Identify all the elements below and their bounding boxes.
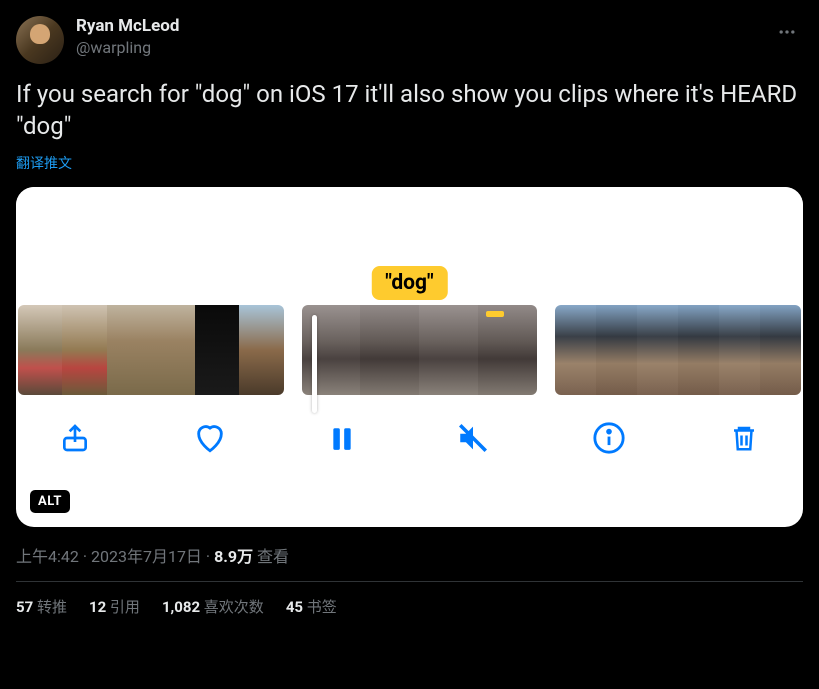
video-frame: [760, 305, 801, 395]
bookmarks-label: 书签: [307, 598, 337, 616]
video-frame: [18, 305, 62, 395]
more-button[interactable]: [771, 16, 803, 52]
info-button[interactable]: [592, 421, 626, 455]
video-frame: [151, 305, 195, 395]
speaker-muted-icon: [456, 421, 490, 455]
share-icon: [59, 422, 91, 454]
username[interactable]: @warpling: [76, 38, 179, 57]
info-icon: [592, 421, 626, 455]
video-frame: [302, 305, 361, 395]
likes[interactable]: 1,082 喜欢次数: [162, 596, 264, 617]
views-label[interactable]: 查看: [257, 547, 289, 566]
timeline-marker: [486, 311, 504, 317]
quotes-count: 12: [89, 598, 106, 616]
media-toolbar: [16, 395, 803, 455]
video-frame: [555, 305, 596, 395]
bookmarks[interactable]: 45 书签: [286, 596, 337, 617]
clip-group-2[interactable]: [302, 305, 538, 395]
display-name[interactable]: Ryan McLeod: [76, 16, 179, 36]
mute-button[interactable]: [456, 421, 490, 455]
avatar[interactable]: [16, 16, 64, 64]
tweet-date[interactable]: 2023年7月17日: [91, 547, 202, 566]
like-button[interactable]: [193, 421, 227, 455]
media-attachment[interactable]: "dog": [16, 187, 803, 527]
video-frame: [419, 305, 478, 395]
video-filmstrip[interactable]: [16, 305, 803, 395]
video-frame: [596, 305, 637, 395]
playhead[interactable]: [312, 315, 317, 413]
views-count: 8.9万: [214, 547, 253, 566]
video-frame: [107, 305, 151, 395]
video-frame: [719, 305, 760, 395]
video-frame: [239, 305, 283, 395]
caption-label: "dog": [371, 266, 447, 300]
alt-badge[interactable]: ALT: [30, 490, 70, 513]
tweet-text: If you search for "dog" on iOS 17 it'll …: [16, 78, 803, 143]
retweets-count: 57: [16, 598, 33, 616]
likes-count: 1,082: [162, 598, 200, 616]
bookmarks-count: 45: [286, 598, 303, 616]
clip-group-3[interactable]: [555, 305, 801, 395]
translate-link[interactable]: 翻译推文: [16, 153, 803, 173]
delete-button[interactable]: [727, 421, 761, 455]
quotes-label: 引用: [110, 598, 140, 616]
retweets[interactable]: 57 转推: [16, 596, 67, 617]
pause-button[interactable]: [329, 421, 355, 455]
heart-icon: [193, 421, 227, 455]
video-frame: [360, 305, 419, 395]
clip-group-1[interactable]: [18, 305, 284, 395]
engagement-bar: 57 转推 12 引用 1,082 喜欢次数 45 书签: [16, 582, 803, 617]
likes-label: 喜欢次数: [204, 598, 264, 616]
tweet-metadata: 上午4:42 · 2023年7月17日 · 8.9万 查看: [16, 543, 803, 567]
video-frame: [678, 305, 719, 395]
retweets-label: 转推: [37, 598, 67, 616]
media-whitespace: "dog": [16, 187, 803, 305]
tweet-time[interactable]: 上午4:42: [16, 547, 79, 566]
tweet-header: Ryan McLeod @warpling: [16, 16, 803, 64]
video-frame: [62, 305, 106, 395]
tweet-container: Ryan McLeod @warpling If you search for …: [0, 0, 819, 633]
trash-icon: [729, 421, 759, 455]
video-frame: [478, 305, 537, 395]
quotes[interactable]: 12 引用: [89, 596, 140, 617]
pause-icon: [329, 422, 355, 454]
more-icon: [777, 22, 797, 42]
user-info: Ryan McLeod @warpling: [76, 16, 179, 57]
share-button[interactable]: [58, 421, 92, 455]
video-frame: [195, 305, 239, 395]
video-frame: [637, 305, 678, 395]
